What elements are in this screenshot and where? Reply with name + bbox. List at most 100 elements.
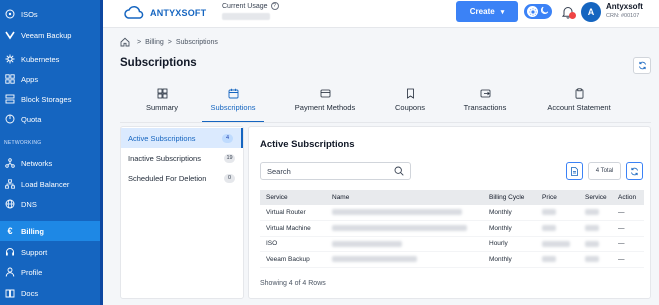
sidebar-item-networks[interactable]: Networks — [0, 153, 100, 173]
cell-action[interactable]: — — [612, 220, 644, 237]
filter-inactive-subscriptions[interactable]: Inactive Subscriptions 19 — [121, 148, 243, 168]
sidebar-item-isos[interactable]: ISOs — [0, 4, 100, 24]
sidebar-item-dns[interactable]: DNS — [0, 194, 100, 214]
refresh-icon — [638, 61, 646, 70]
sidebar-item-billing[interactable]: € Billing — [0, 221, 100, 241]
create-button-label: Create — [469, 7, 495, 16]
filter-label: Active Subscriptions — [128, 133, 196, 143]
tab-summary[interactable]: Summary — [134, 88, 190, 122]
tab-coupons[interactable]: Coupons — [387, 88, 433, 122]
filter-label: Scheduled For Deletion — [128, 173, 207, 183]
breadcrumb-separator: > — [137, 38, 142, 46]
table-refresh-button[interactable] — [626, 162, 643, 180]
sidebar-section-networking: NETWORKING — [4, 140, 42, 146]
breadcrumb-billing[interactable]: Billing — [145, 39, 164, 46]
sidebar-item-apps[interactable]: Apps — [0, 69, 100, 89]
sidebar-item-label: Block Storages — [21, 94, 72, 104]
theme-toggle[interactable] — [524, 4, 552, 19]
brand-logo[interactable]: ANTYXSOFT — [123, 5, 206, 21]
sidebar-item-quota[interactable]: Quota — [0, 109, 100, 129]
sidebar-item-label: Docs — [21, 288, 39, 298]
loadbalancer-icon — [4, 178, 16, 190]
sidebar-item-label: Load Balancer — [21, 179, 70, 189]
sidebar-item-docs[interactable]: Docs — [0, 283, 100, 303]
column-header-price[interactable]: Price — [536, 190, 579, 205]
tab-account-statement[interactable]: Account Statement — [537, 88, 621, 122]
kubernetes-icon — [4, 53, 16, 65]
breadcrumb-separator: > — [167, 38, 172, 46]
headset-icon — [4, 246, 16, 258]
cell-action[interactable]: — — [612, 251, 644, 268]
sidebar-item-block-storages[interactable]: Block Storages — [0, 89, 100, 109]
cell-name-redacted — [326, 236, 483, 252]
search-field[interactable] — [260, 162, 411, 180]
export-button[interactable] — [566, 162, 583, 180]
help-icon[interactable]: ? — [270, 2, 279, 10]
sidebar-item-veeam-backup[interactable]: Veeam Backup — [0, 25, 100, 45]
sidebar-item-label: Networks — [21, 158, 53, 168]
sidebar-item-load-balancer[interactable]: Load Balancer — [0, 174, 100, 194]
notification-bell-icon[interactable] — [561, 5, 576, 19]
sidebar: ISOs Veeam Backup Kubernetes Apps Block … — [0, 0, 103, 305]
document-icon — [571, 166, 578, 176]
usage-label: Current Usage — [222, 2, 268, 10]
cell-name-redacted — [326, 220, 483, 237]
cell-billing-cycle: Monthly — [483, 251, 536, 268]
docs-icon — [4, 287, 16, 299]
grid-icon — [157, 88, 167, 99]
card-icon — [320, 89, 330, 98]
tab-label: Transactions — [463, 103, 507, 112]
search-icon[interactable] — [394, 166, 404, 176]
sidebar-item-label: DNS — [21, 199, 37, 209]
cell-price-redacted — [536, 220, 579, 237]
cell-service-status-redacted — [579, 251, 612, 268]
sidebar-item-label: Billing — [21, 226, 44, 236]
filter-scheduled-for-deletion[interactable]: Scheduled For Deletion 0 — [121, 168, 243, 188]
moon-icon — [540, 6, 549, 17]
sidebar-item-profile[interactable]: Profile — [0, 262, 100, 282]
gauge-icon — [4, 113, 16, 125]
cell-service: Veeam Backup — [260, 251, 326, 268]
cell-name-redacted — [326, 251, 483, 268]
table-row[interactable]: Virtual Router Monthly — — [260, 205, 644, 221]
home-icon[interactable] — [120, 37, 130, 47]
tab-label: Account Statement — [547, 103, 611, 112]
cell-service-status-redacted — [579, 205, 612, 221]
cloud-icon — [124, 5, 144, 19]
column-header-service[interactable]: Service — [260, 190, 326, 205]
refresh-button[interactable] — [633, 57, 651, 74]
sidebar-item-support[interactable]: Support — [0, 242, 100, 262]
sidebar-item-kubernetes[interactable]: Kubernetes — [0, 49, 100, 69]
sun-icon — [527, 6, 538, 17]
account-name[interactable]: Antyxsoft — [606, 2, 643, 11]
search-input[interactable] — [267, 166, 394, 176]
tab-transactions[interactable]: Transactions — [456, 88, 514, 122]
globe-icon — [4, 198, 16, 210]
subscriptions-table: Service Name Billing Cycle Price Service… — [260, 190, 644, 268]
veeam-icon — [4, 29, 16, 41]
cell-service: Virtual Machine — [260, 220, 326, 237]
cell-action[interactable]: — — [612, 236, 644, 252]
total-count: 4 Total — [588, 162, 621, 180]
column-header-name[interactable]: Name — [326, 190, 483, 205]
sidebar-scrollbar[interactable] — [100, 0, 103, 305]
current-usage: Current Usage? — [222, 2, 279, 20]
transfer-icon — [480, 89, 490, 98]
create-button[interactable]: Create ▾ — [456, 1, 518, 22]
table-row[interactable]: ISO Hourly — — [260, 236, 644, 252]
row-count-footer: Showing 4 of 4 Rows — [260, 280, 326, 287]
breadcrumb: > Billing > Subscriptions — [120, 37, 218, 47]
tab-subscriptions[interactable]: Subscriptions — [202, 88, 264, 122]
column-header-action: Action — [612, 190, 644, 205]
avatar[interactable]: A — [581, 2, 601, 22]
table-row[interactable]: Veeam Backup Monthly — — [260, 251, 644, 268]
cell-action[interactable]: — — [612, 205, 644, 221]
tab-label: Subscriptions — [210, 103, 256, 112]
tab-payment-methods[interactable]: Payment Methods — [286, 88, 364, 122]
table-row[interactable]: Virtual Machine Monthly — — [260, 220, 644, 237]
cell-service: Virtual Router — [260, 205, 326, 221]
filter-active-subscriptions[interactable]: Active Subscriptions 4 — [121, 128, 243, 148]
clipboard-icon — [575, 88, 583, 99]
column-header-service-status[interactable]: Service — [579, 190, 612, 205]
column-header-billing-cycle[interactable]: Billing Cycle — [483, 190, 536, 205]
